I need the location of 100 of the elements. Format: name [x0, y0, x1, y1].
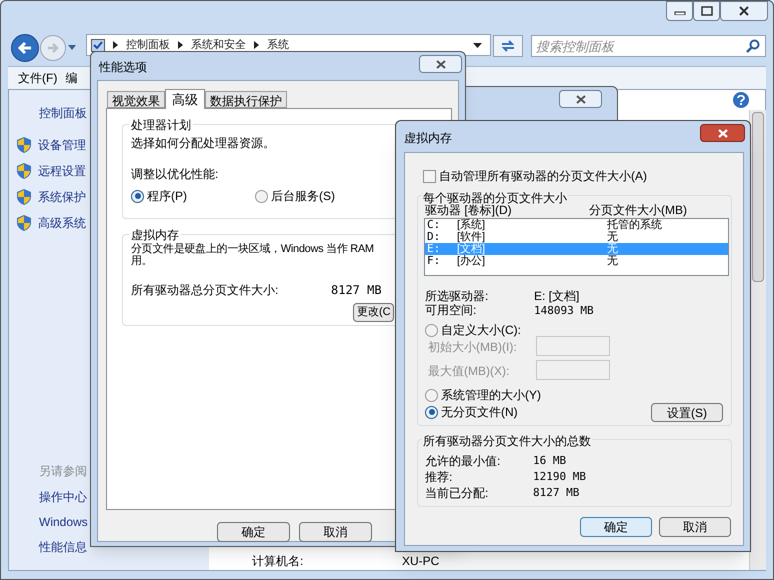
dropdown-arrow-icon[interactable] — [473, 42, 482, 48]
group-title: 所有驱动器分页文件大小的总数 — [422, 432, 592, 450]
checkbox[interactable] — [423, 170, 436, 182]
sidebar-link[interactable]: Windows — [39, 513, 88, 531]
close-icon — [718, 128, 728, 138]
field-value: 148093 MB — [534, 304, 594, 317]
maximize-button[interactable] — [693, 1, 720, 21]
radio-button[interactable] — [255, 190, 268, 202]
arrow-right-icon — [46, 42, 60, 54]
search-field[interactable]: 搜索控制面板 — [531, 35, 766, 57]
field-label: 最大值(MB)(X): — [428, 363, 510, 380]
radio-label[interactable]: 系统管理的大小(Y) — [441, 388, 541, 402]
sidebar-link[interactable]: 远程设置 — [38, 162, 86, 180]
list-row[interactable]: D: [软件] 无 — [425, 231, 728, 243]
field-label: 计算机名: — [252, 553, 304, 570]
menu-item[interactable]: 文件(F) — [18, 69, 58, 87]
breadcrumb-item[interactable]: 控制面板 — [126, 39, 170, 51]
radio-button[interactable] — [425, 406, 438, 418]
minimize-button[interactable] — [666, 1, 693, 21]
radio-label[interactable]: 无分页文件(N) — [441, 405, 518, 419]
tab[interactable]: 高级 — [165, 89, 205, 109]
maximize-icon — [700, 6, 712, 16]
sidebar-link[interactable]: 操作中心 — [39, 488, 87, 506]
page-file-size: 无 — [607, 255, 618, 267]
sidebar-link[interactable]: 高级系统 — [38, 214, 86, 232]
field-label: 允许的最小值: — [425, 453, 500, 470]
radio-label[interactable]: 后台服务(S) — [271, 187, 335, 205]
field-value: 16 MB — [533, 453, 566, 469]
menu-item[interactable]: 编 — [65, 69, 78, 87]
sidebar-link[interactable]: 系统保护 — [38, 188, 86, 206]
window-title: 性能选项 — [99, 59, 147, 76]
dialog-button[interactable]: 取消 — [299, 522, 372, 542]
set-button[interactable]: 设置(S) — [651, 403, 723, 422]
column-header: 分页文件大小(MB) — [589, 204, 687, 217]
drive-letter: D: — [426, 231, 442, 243]
search-icon[interactable] — [746, 39, 760, 53]
volume-label: [软件] — [457, 231, 486, 243]
shield-icon — [17, 137, 31, 153]
radio-label[interactable]: 自定义大小(C): — [441, 323, 521, 337]
close-button[interactable] — [419, 55, 462, 73]
close-button[interactable] — [559, 90, 602, 108]
sidebar-link[interactable]: 设备管理 — [38, 136, 86, 154]
page-file-size: 无 — [607, 243, 618, 255]
close-button[interactable] — [720, 1, 768, 21]
volume-label: [系统] — [457, 219, 486, 231]
checkbox-label[interactable]: 自动管理所有驱动器的分页文件大小(A) — [439, 167, 647, 185]
drive-letter: F: — [426, 255, 442, 267]
close-icon — [738, 6, 750, 16]
field-value: 12190 MB — [533, 469, 586, 485]
field-value: 8127 MB — [533, 485, 580, 501]
refresh-icon — [500, 39, 516, 53]
list-row[interactable]: C: [系统] 托管的系统 — [425, 219, 728, 231]
field-label: 所有驱动器总分页文件大小: — [131, 282, 278, 299]
scrollbar-thumb[interactable] — [752, 112, 764, 282]
drive-letter: C: — [426, 219, 442, 231]
breadcrumb-item[interactable]: 系统 — [267, 39, 289, 51]
help-button[interactable] — [733, 92, 749, 108]
refresh-button[interactable] — [493, 35, 523, 57]
field-label: 所选驱动器: — [425, 290, 488, 303]
description-text: 选择如何分配处理器资源。 — [131, 135, 275, 152]
radio-button[interactable] — [131, 190, 144, 202]
close-icon — [436, 60, 446, 68]
field-value: XU-PC — [402, 553, 440, 570]
breadcrumb-arrow-icon[interactable] — [113, 41, 118, 49]
breadcrumb-arrow-icon[interactable] — [178, 41, 183, 49]
shield-icon — [17, 215, 31, 231]
dialog-button[interactable]: 取消 — [659, 517, 731, 537]
field-label: 初始大小(MB)(I): — [428, 339, 517, 356]
sidebar-link[interactable]: 性能信息 — [39, 538, 87, 556]
description-text: 分页文件是硬盘上的一块区域，Windows 当作 RAM — [131, 243, 374, 255]
group-title: 虚拟内存 — [129, 226, 181, 244]
window-title: 虚拟内存 — [404, 130, 452, 147]
list-row[interactable]: F: [办公] 无 — [425, 255, 728, 267]
field-value: E: [文档] — [534, 290, 580, 303]
description-text: 用。 — [131, 255, 154, 267]
radio-button[interactable] — [425, 324, 438, 336]
tab[interactable]: 视觉效果 — [107, 91, 165, 108]
radio-button[interactable] — [425, 388, 438, 402]
volume-label: [文档] — [457, 243, 486, 255]
group-title: 处理器计划 — [129, 116, 193, 134]
page-file-size: 无 — [607, 231, 618, 243]
drive-letter: E: — [426, 243, 442, 255]
section-heading: 另请参阅 — [39, 463, 87, 480]
dialog-button[interactable]: 确定 — [217, 522, 290, 542]
breadcrumb-arrow-icon[interactable] — [254, 41, 259, 49]
change-button[interactable]: 更改(C — [353, 303, 394, 322]
field-value: 8127 MB — [331, 282, 382, 299]
tab[interactable]: 数据执行保护 — [205, 91, 287, 108]
sidebar-link[interactable]: 控制面板 — [39, 104, 87, 122]
field-label: 可用空间: — [425, 304, 476, 317]
field-label: 推荐: — [425, 469, 452, 486]
breadcrumb-item[interactable]: 系统和安全 — [191, 39, 246, 51]
close-button[interactable] — [700, 124, 745, 142]
dialog-button[interactable]: 确定 — [580, 517, 652, 537]
question-mark-icon — [737, 95, 745, 105]
page-file-size: 托管的系统 — [607, 219, 662, 231]
back-button[interactable] — [11, 34, 39, 62]
field-label: 当前已分配: — [425, 485, 488, 502]
radio-label[interactable]: 程序(P) — [147, 187, 187, 205]
arrow-left-icon — [17, 41, 33, 55]
